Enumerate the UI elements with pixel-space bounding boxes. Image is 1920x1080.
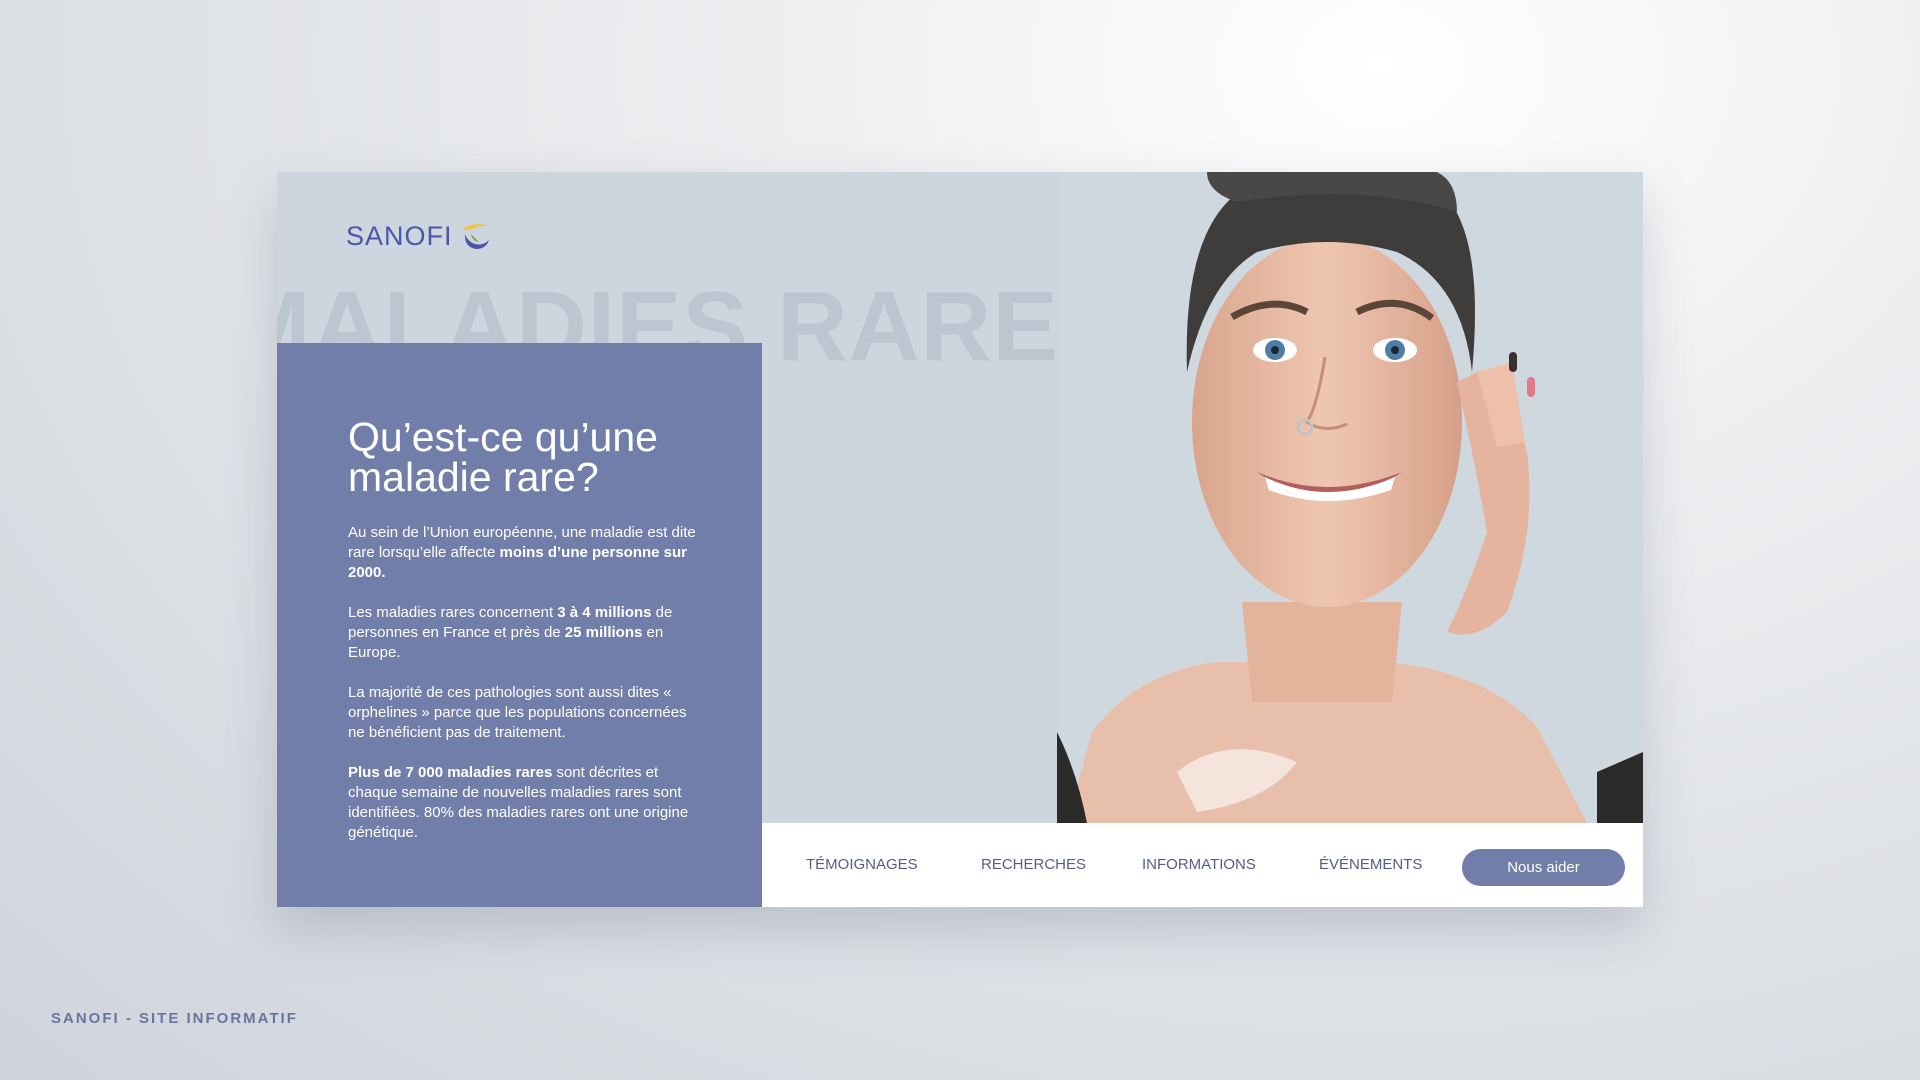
sanofi-logo[interactable]: SANOFI <box>346 220 493 252</box>
info-paragraph-count: Plus de 7 000 maladies rares sont décrit… <box>348 763 698 843</box>
sanofi-swirl-icon <box>461 223 490 249</box>
info-title: Qu’est-ce qu’une maladie rare? <box>348 414 658 500</box>
website-mockup-card: SANOFI MALADIES RARES Qu’est-ce qu’une m… <box>277 172 1643 907</box>
logo-wordmark: SANOFI <box>346 220 453 251</box>
nav-link-informations[interactable]: INFORMATIONS <box>1142 823 1256 907</box>
bottom-navigation: TÉMOIGNAGES RECHERCHES INFORMATIONS ÉVÉN… <box>762 823 1643 907</box>
info-body: Au sein de l’Union européenne, une malad… <box>348 523 698 863</box>
nav-link-evenements[interactable]: ÉVÉNEMENTS <box>1319 823 1422 907</box>
hero-portrait-image <box>1057 172 1643 823</box>
nav-link-recherches[interactable]: RECHERCHES <box>981 823 1086 907</box>
footer-caption: SANOFI - SITE INFORMATIF <box>51 1010 298 1027</box>
info-paragraph-definition: Au sein de l’Union européenne, une malad… <box>348 523 698 583</box>
bold-segment: 3 à 4 millions <box>557 604 652 621</box>
text-segment: La majorité de ces pathologies sont auss… <box>348 684 687 741</box>
info-paragraph-statistics: Les maladies rares concernent 3 à 4 mill… <box>348 603 698 663</box>
bold-segment: 25 millions <box>564 624 643 641</box>
info-paragraph-orphan: La majorité de ces pathologies sont auss… <box>348 683 698 743</box>
bold-segment: Plus de 7 000 maladies rares <box>348 764 553 781</box>
text-segment: Les maladies rares concernent <box>348 604 558 621</box>
help-us-button[interactable]: Nous aider <box>1462 849 1625 886</box>
rare-disease-info-panel: Qu’est-ce qu’une maladie rare? Au sein d… <box>277 343 762 907</box>
nav-link-temoignages[interactable]: TÉMOIGNAGES <box>806 823 918 907</box>
